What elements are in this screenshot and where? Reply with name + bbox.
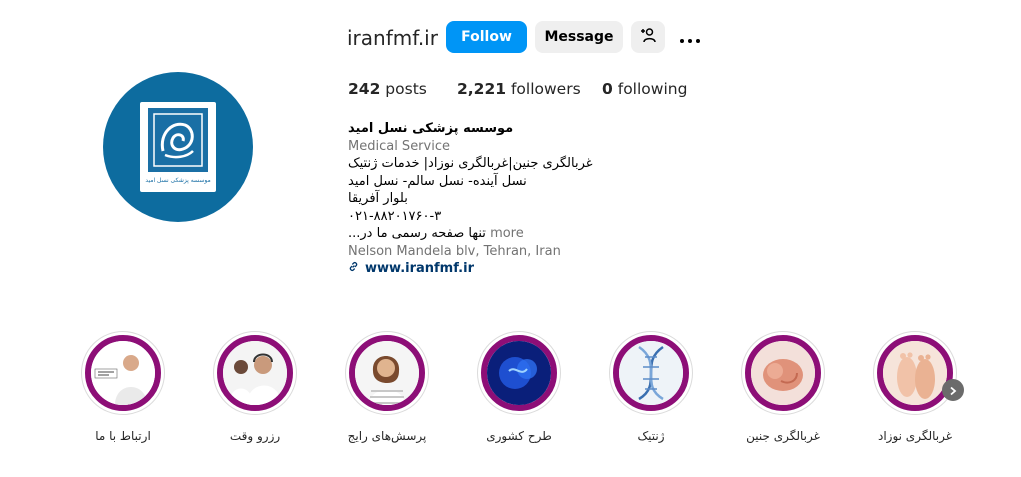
highlight-item[interactable]: غربالگری جنین: [738, 331, 828, 443]
followers-stat[interactable]: 2,221 followers: [457, 80, 581, 98]
highlight-label: پرسش‌های رایج: [347, 429, 427, 443]
person-add-icon: [640, 27, 656, 47]
highlight-label: ارتباط با ما: [95, 429, 151, 443]
highlight-label: غربالگری جنین: [746, 429, 820, 443]
highlight-item[interactable]: ژنتیک: [606, 331, 696, 443]
following-count: 0: [602, 80, 613, 98]
highlight-item[interactable]: پرسش‌های رایج: [342, 331, 432, 443]
profile-avatar[interactable]: موسسه پزشکی نسل امید: [103, 72, 253, 222]
bio-line: ...تنها صفحه رسمی ما در: [348, 226, 486, 241]
profile-category: Medical Service: [348, 138, 450, 154]
website-url: www.iranfmf.ir: [365, 261, 474, 276]
posts-label: posts: [385, 80, 427, 98]
bio-section: موسسه پزشکی نسل امید Medical Service غرب…: [348, 120, 648, 278]
bio-phone: ۰۲۱-۸۸۲۰۱۷۶۰-۳: [348, 208, 442, 224]
logo-card: موسسه پزشکی نسل امید: [140, 102, 216, 192]
highlight-item[interactable]: رزرو وقت: [210, 331, 300, 443]
highlight-label: غربالگری نوزاد: [877, 429, 952, 443]
highlight-label: طرح کشوری: [486, 429, 552, 443]
suggested-accounts-button[interactable]: [631, 21, 665, 53]
bio-line: نسل آینده- نسل سالم- نسل امید: [348, 173, 527, 189]
bio-address[interactable]: Nelson Mandela blv, Tehran, Iran: [348, 243, 648, 261]
website-link[interactable]: www.iranfmf.ir: [348, 260, 648, 278]
highlight-label: رزرو وقت: [229, 429, 281, 443]
posts-count: 242: [348, 80, 381, 98]
chevron-right-icon: [948, 381, 958, 400]
highlight-item[interactable]: ارتباط با ما: [78, 331, 168, 443]
followers-count: 2,221: [457, 80, 507, 98]
bio-line: غربالگری جنین|غربالگری نوزاد| خدمات ژنتی…: [348, 156, 593, 171]
bio-line: بلوار آفریقا: [348, 191, 408, 206]
cells-icon: [481, 335, 557, 411]
followers-label: followers: [510, 80, 581, 98]
highlight-label: ژنتیک: [637, 429, 665, 443]
highlights-next-button[interactable]: [942, 379, 964, 401]
contact-us-icon: [85, 335, 161, 411]
baby-feet-icon: [877, 335, 953, 411]
message-button[interactable]: Message: [535, 21, 623, 53]
following-label: following: [617, 80, 688, 98]
thinking-woman-icon: [349, 335, 425, 411]
dna-icon: [613, 335, 689, 411]
posts-stat: 242 posts: [348, 80, 427, 98]
fetus-icon: [745, 335, 821, 411]
highlight-item[interactable]: طرح کشوری: [474, 331, 564, 443]
follow-button[interactable]: Follow: [446, 21, 527, 53]
bio-more-link[interactable]: more: [490, 226, 524, 241]
link-icon: [348, 260, 359, 278]
logo-caption: موسسه پزشکی نسل امید: [145, 177, 211, 184]
ellipsis-icon: [678, 28, 702, 47]
profile-name: موسسه پزشکی نسل امید: [348, 121, 514, 136]
headset-agents-icon: [217, 335, 293, 411]
username: iranfmf.ir: [347, 26, 438, 50]
more-options-button[interactable]: [676, 26, 704, 48]
following-stat[interactable]: 0 following: [602, 80, 687, 98]
logo-mark-icon: [148, 108, 208, 172]
